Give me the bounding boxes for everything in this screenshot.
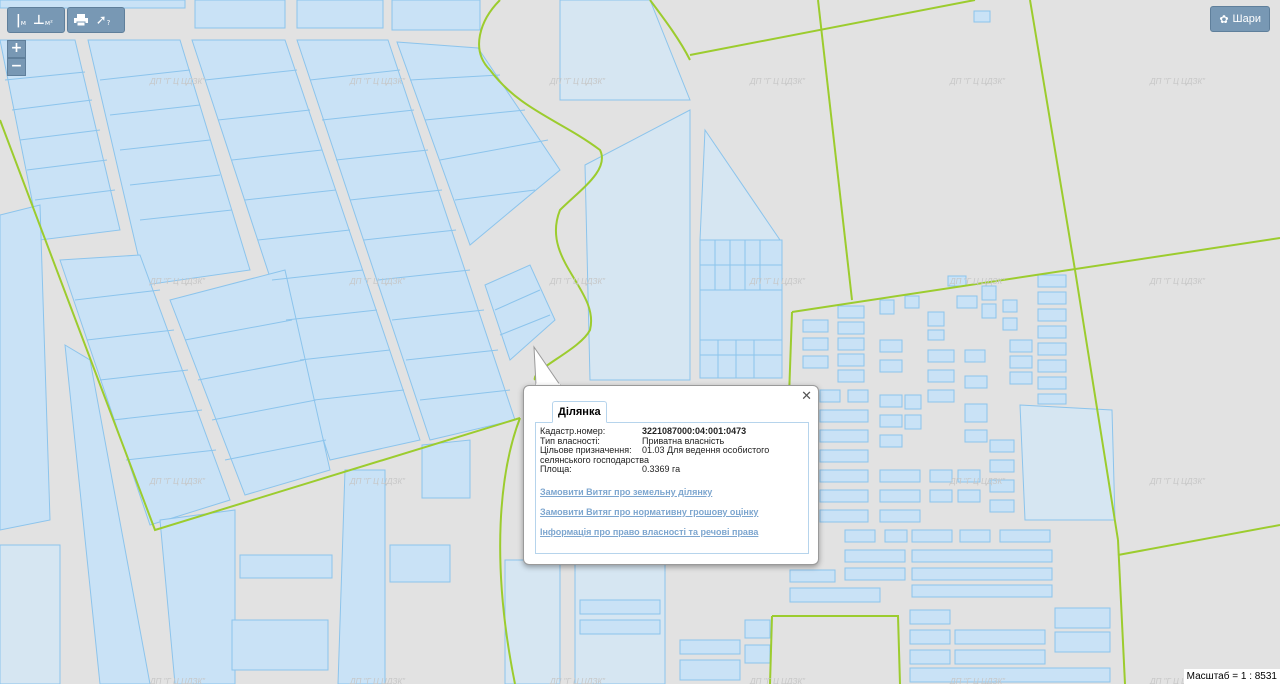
watermark-text: ДП "Г Ц ЦДЗК": [749, 77, 806, 86]
parcel-info-body: Кадастр.номер: 3221087000:04:001:0473 Ти…: [535, 422, 809, 554]
watermark-text: ДП "Г Ц ЦДЗК": [949, 77, 1006, 86]
watermark-text: ДП "Г Ц ЦДЗК": [1149, 77, 1206, 86]
watermark-text: ДП "Г Ц ЦДЗК": [349, 477, 406, 486]
parcel-info-popup: ✕ Ділянка Кадастр.номер: 3221087000:04:0…: [523, 385, 819, 565]
print-button[interactable]: [70, 10, 92, 30]
watermark-text: ДП "Г Ц ЦДЗК": [949, 477, 1006, 486]
watermark-text: ДП "Г Ц ЦДЗК": [149, 277, 206, 286]
gear-icon: ✿: [1219, 12, 1229, 26]
printer-icon: [74, 14, 88, 26]
watermark-text: ДП "Г Ц ЦДЗК": [549, 77, 606, 86]
ruler-area-icon: ⊥: [33, 12, 45, 28]
watermark-text: ДП "Г Ц ЦДЗК": [1149, 277, 1206, 286]
watermark-text: ДП "Г Ц ЦДЗК": [749, 677, 806, 684]
order-parcel-extract-link[interactable]: Замовити Витяг про земельну ділянку: [540, 487, 804, 497]
measure-distance-button[interactable]: | м: [10, 10, 32, 30]
ownership-rights-info-link[interactable]: Інформація про право власності та речові…: [540, 527, 804, 537]
watermark-text: ДП "Г Ц ЦДЗК": [149, 477, 206, 486]
watermark-text: ДП "Г Ц ЦДЗК": [149, 77, 206, 86]
watermark-text: ДП "Г Ц ЦДЗК": [349, 77, 406, 86]
layers-button-label: Шари: [1232, 13, 1261, 25]
scale-label: Масштаб = 1 : 8531: [1183, 669, 1280, 684]
field-area: Площа: 0.3369 га: [540, 464, 681, 474]
order-valuation-extract-link[interactable]: Замовити Витяг про нормативну грошову оц…: [540, 507, 804, 517]
tab-parcel[interactable]: Ділянка: [552, 401, 607, 423]
measure-toolbar: | м ⊥ м²: [7, 7, 65, 33]
parcel-layer: [0, 0, 1116, 684]
zoom-in-button[interactable]: +: [7, 40, 26, 58]
watermark-text: ДП "Г Ц ЦДЗК": [349, 677, 406, 684]
pointer-question-icon: ➚: [95, 12, 107, 28]
watermark-text: ДП "Г Ц ЦДЗК": [549, 677, 606, 684]
watermark-text: ДП "Г Ц ЦДЗК": [1149, 477, 1206, 486]
measure-area-button[interactable]: ⊥ м²: [32, 10, 54, 30]
cadastral-map[interactable]: ДП "Г Ц ЦДЗК" ДП "Г Ц ЦДЗК" ДП "Г Ц ЦДЗК" Д…: [0, 0, 1280, 684]
popup-pointer: [533, 345, 561, 387]
close-icon[interactable]: ✕: [801, 389, 812, 404]
watermark-text: ДП "Г Ц ЦДЗК": [949, 277, 1006, 286]
layers-button[interactable]: ✿ Шари: [1210, 6, 1270, 32]
identify-button[interactable]: ➚?: [92, 10, 114, 30]
watermark-text: ДП "Г Ц ЦДЗК": [949, 677, 1006, 684]
tools-toolbar: ➚?: [67, 7, 125, 33]
watermark-text: ДП "Г Ц ЦДЗК": [549, 277, 606, 286]
watermark-text: ДП "Г Ц ЦДЗК": [349, 277, 406, 286]
watermark-text: ДП "Г Ц ЦДЗК": [749, 277, 806, 286]
zoom-out-button[interactable]: −: [7, 58, 26, 76]
watermark-text: ДП "Г Ц ЦДЗК": [149, 677, 206, 684]
